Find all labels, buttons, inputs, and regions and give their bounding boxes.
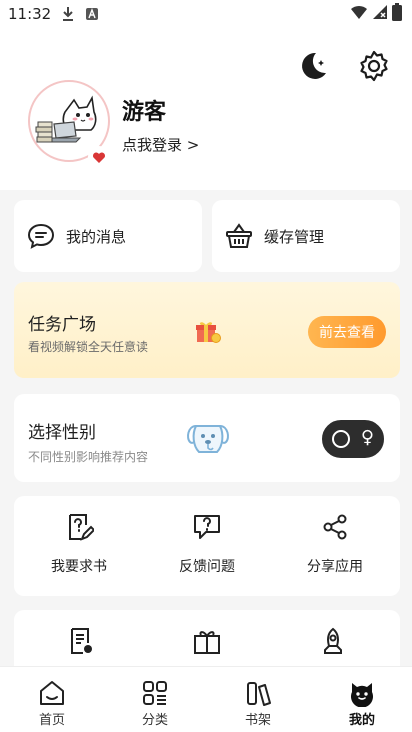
request-book-icon [64, 512, 96, 542]
gender-select-card: 选择性别 不同性别影响推荐内容 ♀ [14, 394, 400, 482]
settings-gear-icon[interactable] [356, 48, 392, 84]
signal-icon [372, 4, 388, 24]
basket-icon [224, 221, 254, 251]
my-messages-card[interactable]: 我的消息 [14, 200, 202, 272]
download-icon [61, 6, 75, 22]
task-center-subtitle: 看视频解锁全天任意读 [28, 340, 149, 354]
cache-management-card[interactable]: 缓存管理 [212, 200, 400, 272]
task-center-title: 任务广场 [28, 315, 96, 335]
profile-face-icon [347, 679, 377, 708]
nav-mine-label: 我的 [348, 713, 375, 728]
status-time: 11:32 [8, 5, 52, 23]
go-view-button[interactable]: 前去查看 [308, 316, 386, 348]
bottom-nav: 首页 分类 书架 我的 [0, 666, 412, 732]
wifi-icon [350, 4, 368, 24]
profile-content[interactable]: 我的消息 缓存管理 任务广场 看视频解锁全天任意读 前去查看 选择性别 不同性别… [0, 190, 412, 666]
nav-home[interactable]: 首页 [22, 679, 82, 728]
dog-mascot-icon [184, 418, 232, 458]
chat-bubble-icon [26, 221, 56, 251]
nav-category[interactable]: 分类 [125, 679, 185, 728]
username: 游客 [122, 100, 167, 125]
nav-bookshelf[interactable]: 书架 [228, 679, 288, 728]
profile-header: 游客 点我登录 > [0, 28, 412, 190]
cache-management-label: 缓存管理 [264, 227, 325, 246]
task-center-card[interactable]: 任务广场 看视频解锁全天任意读 前去查看 [14, 282, 400, 378]
request-book-button[interactable]: 我要求书 [24, 512, 134, 576]
my-messages-label: 我的消息 [66, 227, 127, 246]
share-app-button[interactable]: 分享应用 [280, 512, 390, 576]
login-link[interactable]: 点我登录 > [122, 134, 199, 155]
battery-icon [392, 3, 402, 25]
document-add-icon[interactable] [66, 626, 96, 656]
home-icon [37, 679, 67, 707]
feedback-label: 反馈问题 [179, 559, 235, 575]
gender-title: 选择性别 [28, 423, 96, 443]
gift-icon[interactable] [192, 626, 222, 656]
night-mode-moon-icon[interactable] [294, 48, 330, 84]
tools-card: 我要求书 反馈问题 分享应用 [14, 496, 400, 596]
share-icon [320, 512, 350, 542]
heart-badge-icon [88, 146, 110, 168]
nav-mine[interactable]: 我的 [332, 679, 392, 728]
notification-a-icon [85, 7, 99, 21]
request-book-label: 我要求书 [51, 559, 107, 575]
nav-home-label: 首页 [38, 713, 65, 728]
feedback-icon [192, 512, 222, 542]
share-app-label: 分享应用 [307, 559, 363, 575]
gender-toggle[interactable]: ♀ [322, 420, 384, 458]
status-bar: 11:32 [0, 0, 412, 28]
nav-bookshelf-label: 书架 [244, 713, 271, 728]
rocket-icon[interactable] [318, 626, 348, 656]
female-symbol-icon: ♀ [360, 427, 374, 448]
category-icon [140, 679, 170, 707]
more-tools-card [14, 610, 400, 666]
feedback-button[interactable]: 反馈问题 [152, 512, 262, 576]
bookshelf-icon [243, 679, 273, 707]
nav-category-label: 分类 [141, 713, 168, 728]
gift-box-icon [194, 318, 222, 344]
toggle-knob [332, 430, 350, 448]
gender-subtitle: 不同性别影响推荐内容 [28, 450, 149, 464]
